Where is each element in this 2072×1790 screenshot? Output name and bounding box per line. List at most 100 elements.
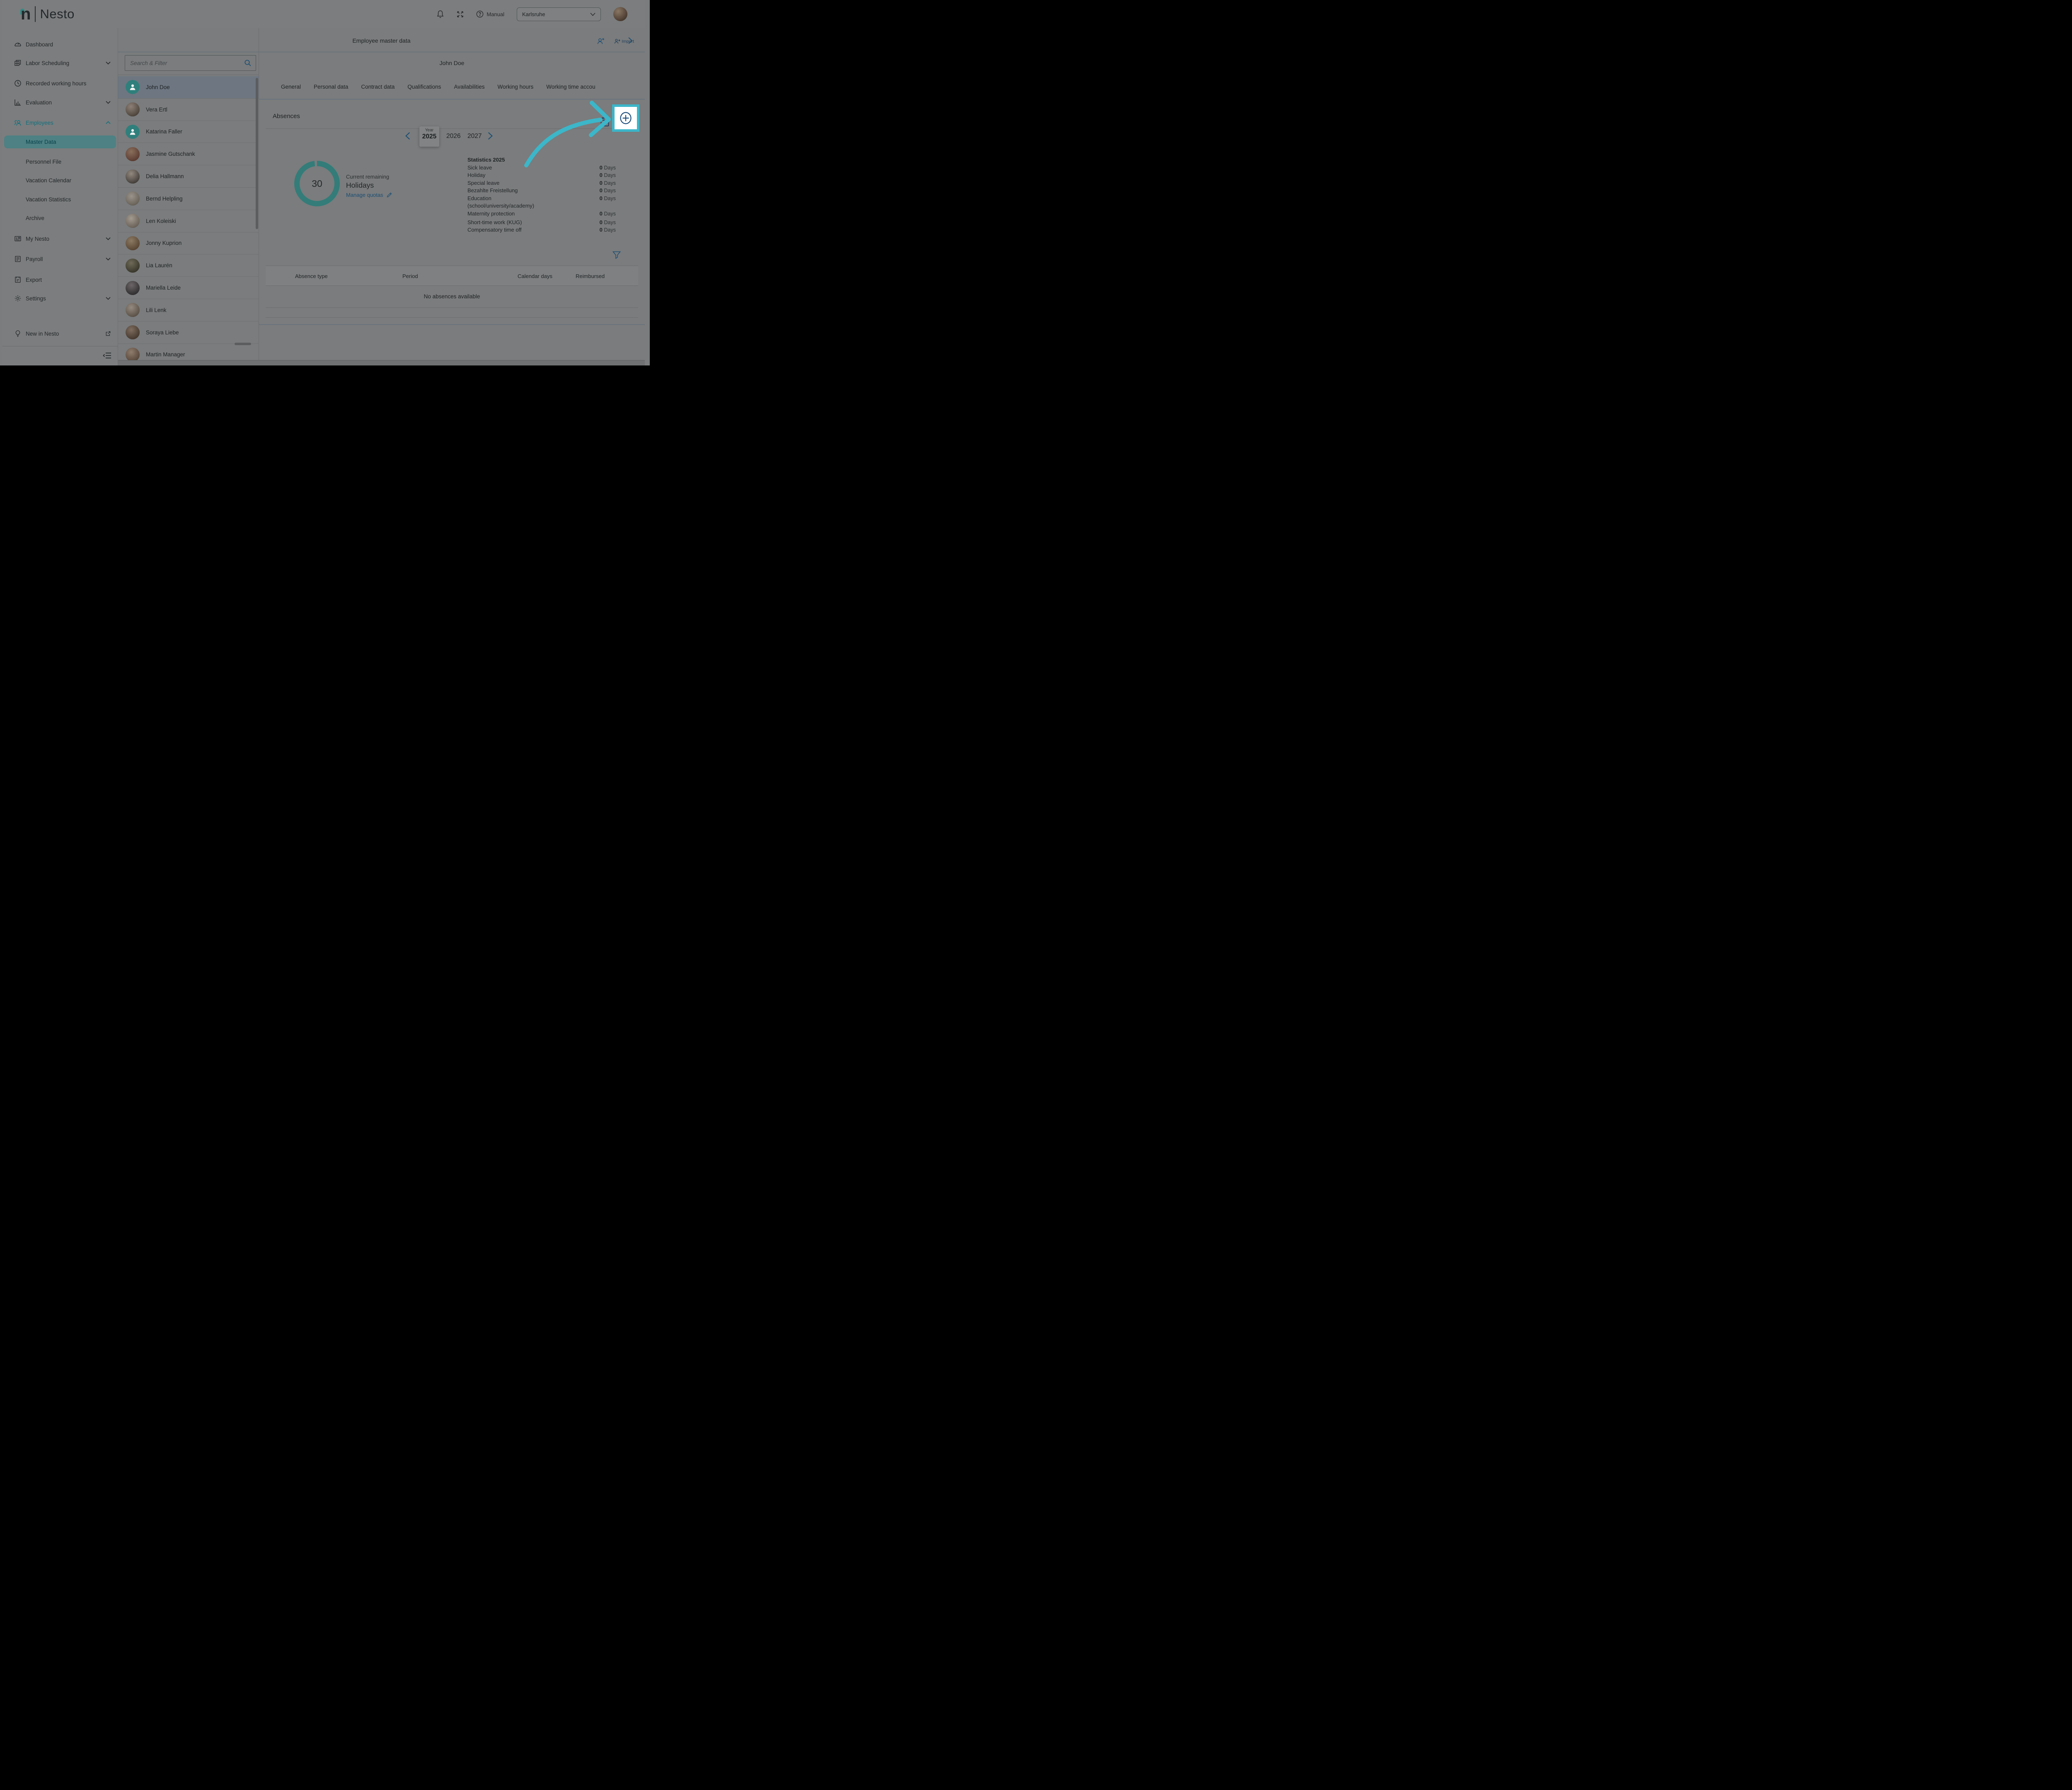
tab-contract-data[interactable]: Contract data [361,84,395,90]
column-header: Period [402,273,418,279]
chevron-up-icon [106,120,111,125]
employee-row[interactable]: Lili Lenk [118,299,259,322]
window-bottom-band [118,360,645,365]
photo-avatar [126,303,140,317]
tab-working-time-accounts[interactable]: Working time accou [546,84,600,90]
filter-funnel-icon[interactable] [612,251,621,259]
chevron-down-icon [106,256,111,261]
sidebar-subitem-vacation-calendar[interactable]: Vacation Calendar [2,174,118,187]
year-option-2027[interactable]: 2027 [467,133,482,140]
year-option-2026[interactable]: 2026 [446,133,460,140]
employee-row[interactable]: Jasmine Gutschank [118,143,259,165]
manage-quotas-link[interactable]: Manage quotas [346,192,392,198]
sidebar-item-evaluation[interactable]: Evaluation [2,95,118,109]
sidebar-item-export[interactable]: Export [2,273,118,287]
add-employee-icon[interactable] [597,37,605,45]
list-horizontal-scrollbar[interactable] [235,343,251,345]
donut-caption-holidays: Holidays [346,181,374,190]
employee-row-john-doe[interactable]: John Doe [118,76,259,99]
person-avatar-icon [126,80,140,94]
sidebar-subitem-vacation-statistics[interactable]: Vacation Statistics [2,193,118,206]
tab-personal-data[interactable]: Personal data [314,84,348,90]
employee-row[interactable]: Vera Ertl [118,99,259,121]
sidebar-item-recorded-working-hours[interactable]: Recorded working hours [2,76,118,90]
import-button[interactable]: Import [614,39,634,44]
sidebar-item-labor-scheduling[interactable]: Labor Scheduling [2,56,118,70]
export-icon [14,276,22,283]
manual-help-button[interactable]: Manual [476,10,504,18]
sidebar-subitem-master-data[interactable]: Master Data [4,135,116,148]
photo-avatar [126,281,140,295]
search-input[interactable] [125,60,244,66]
tab-general[interactable]: General [281,84,301,90]
fullscreen-icon[interactable] [457,11,464,18]
year-label: Year [419,128,439,133]
list-scrollbar[interactable] [256,78,258,229]
donut-value: 30 [294,161,340,206]
photo-avatar [126,259,140,273]
year-selected-value: 2025 [419,133,439,140]
schedule-grid-icon [14,59,22,67]
year-selected-card[interactable]: Year 2025 [419,126,439,147]
sidebar-item-new-in-nesto[interactable]: New in Nesto [2,327,118,341]
employee-row[interactable]: Len Koleiski [118,210,259,232]
stat-row: Sick leave0 Days [467,164,616,172]
tab-working-hours[interactable]: Working hours [497,84,533,90]
employee-row[interactable]: Soraya Liebe [118,322,259,344]
employee-list-panel: John Doe Vera Ertl Katarina Faller Jasmi… [118,28,259,360]
sidebar-item-dashboard[interactable]: Dashboard [2,37,118,51]
photo-avatar [126,214,140,228]
employee-row[interactable]: Mariella Leide [118,277,259,299]
user-avatar[interactable] [613,7,627,21]
year-prev-icon[interactable] [405,132,411,140]
sidebar-item-payroll[interactable]: Payroll [2,252,118,266]
remaining-holidays-donut: 30 [294,161,340,206]
employee-detail-panel: John Doe General Personal data Contract … [259,28,645,360]
sidebar-item-my-nesto[interactable]: My Nesto [2,232,118,246]
employee-row[interactable]: Martin Manager [118,344,259,360]
chevron-down-icon [590,12,595,16]
app-screen: n Nesto [0,0,650,365]
calendar-icon[interactable] [600,116,609,127]
table-divider [266,307,638,308]
chevron-down-icon [106,296,111,301]
employee-row[interactable]: Lia Laurén [118,254,259,277]
import-icon [614,39,620,44]
year-next-icon[interactable] [487,132,493,140]
sidebar-subitem-personnel-file[interactable]: Personnel File [2,155,118,168]
employee-row[interactable]: Katarina Faller [118,121,259,143]
sidebar-collapse-button[interactable] [103,352,111,359]
sidebar-item-settings[interactable]: Settings [2,291,118,305]
sidebar-subitem-archive[interactable]: Archive [2,212,118,225]
sidebar-item-employees[interactable]: Employees [2,116,118,130]
location-select[interactable]: Karlsruhe [517,7,601,21]
photo-avatar [126,325,140,339]
notifications-bell-icon[interactable] [436,10,444,18]
employee-rows: John Doe Vera Ertl Katarina Faller Jasmi… [118,76,259,360]
detail-tabs: General Personal data Contract data Qual… [259,75,645,99]
external-link-icon [106,331,111,336]
employee-row[interactable]: Delia Hallmann [118,165,259,188]
sidebar: Dashboard Labor Scheduling Recorded work… [2,28,118,365]
tab-availabilities[interactable]: Availabilities [454,84,484,90]
photo-avatar [126,169,140,184]
add-absence-button-highlighted[interactable] [612,104,639,132]
stat-row: Special leave0 Days [467,179,616,187]
people-icon [14,119,22,126]
tab-qualifications[interactable]: Qualifications [407,84,441,90]
panel-bottom-divider [259,324,645,325]
employee-row[interactable]: Jonny Kuprion [118,232,259,255]
gear-icon [14,295,22,302]
nesto-logo: n Nesto [21,5,75,23]
app-header: n Nesto [2,0,645,28]
search-icon[interactable] [244,59,252,67]
plus-circle-icon [619,111,633,125]
chevron-down-icon [106,60,111,65]
photo-avatar [126,236,140,250]
absences-heading: Absences [273,113,300,120]
table-divider [266,317,638,318]
dashboard-icon [14,41,22,48]
clock-icon [14,80,22,87]
photo-avatar [126,348,140,360]
employee-row[interactable]: Bernd Helpling [118,188,259,210]
